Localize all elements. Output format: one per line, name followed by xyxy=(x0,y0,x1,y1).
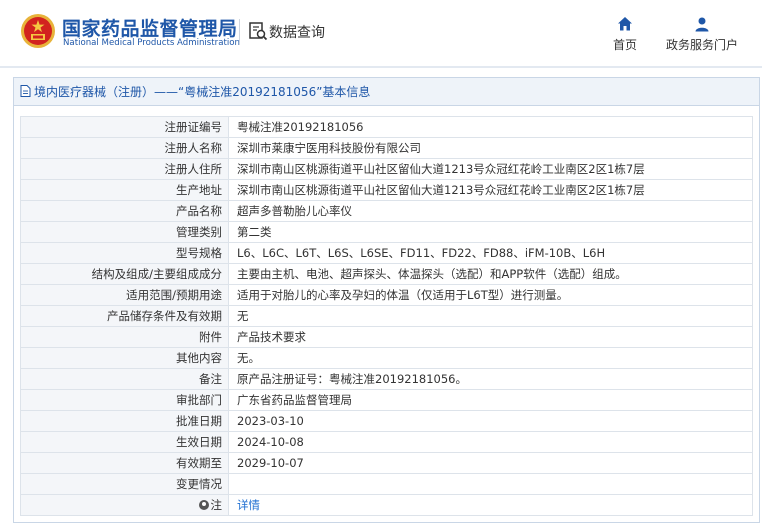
data-query-icon xyxy=(249,22,268,41)
document-icon xyxy=(20,85,31,97)
table-row: 产品名称 超声多普勒胎儿心率仪 xyxy=(20,200,753,222)
table-row: 附件 产品技术要求 xyxy=(20,326,753,348)
user-icon xyxy=(695,17,709,32)
field-value xyxy=(228,473,753,495)
field-label: 有效期至 xyxy=(20,452,229,474)
field-label: 附件 xyxy=(20,326,229,348)
field-value: 2024-10-08 xyxy=(228,431,753,453)
field-value: 粤械注准20192181056 xyxy=(228,116,753,138)
table-row: 管理类别 第二类 xyxy=(20,221,753,243)
field-label: 注册证编号 xyxy=(20,116,229,138)
note-label: 注 xyxy=(210,498,223,512)
field-value: 无。 xyxy=(228,347,753,369)
field-value: 深圳市南山区桃源街道平山社区留仙大道1213号众冠红花岭工业南区2区1栋7层 xyxy=(228,179,753,201)
field-label: 其他内容 xyxy=(20,347,229,369)
brand-name-cn: 国家药品监督管理局 xyxy=(62,18,238,40)
table-row: 注册人住所 深圳市南山区桃源街道平山社区留仙大道1213号众冠红花岭工业南区2区1… xyxy=(20,158,753,180)
field-label: 结构及组成/主要组成成分 xyxy=(20,263,229,285)
field-label: 管理类别 xyxy=(20,221,229,243)
field-value: L6、L6C、L6T、L6S、L6SE、FD11、FD22、FD88、iFM-1… xyxy=(228,242,753,264)
field-value: 广东省药品监督管理局 xyxy=(228,389,753,411)
field-label: 产品名称 xyxy=(20,200,229,222)
field-value: 适用于对胎儿的心率及孕妇的体温（仅适用于L6T型）进行测量。 xyxy=(228,284,753,306)
panel-title: 境内医疗器械（注册）——“粤械注准20192181056”基本信息 xyxy=(34,85,371,99)
brand-name-en: National Medical Products Administration xyxy=(63,38,240,48)
field-value: 深圳市莱康宁医用科技股份有限公司 xyxy=(228,137,753,159)
field-value: 主要由主机、电池、超声探头、体温探头（选配）和APP软件（选配）组成。 xyxy=(228,263,753,285)
field-label: 注 xyxy=(20,494,229,516)
field-value: 详情 xyxy=(228,494,753,516)
field-label: 审批部门 xyxy=(20,389,229,411)
header-divider-line xyxy=(0,66,762,68)
field-label: 生产地址 xyxy=(20,179,229,201)
panel-title-bar: 境内医疗器械（注册）——“粤械注准20192181056”基本信息 xyxy=(14,78,759,106)
nav-service-portal[interactable]: 政务服务门户 xyxy=(662,14,742,54)
home-icon xyxy=(618,17,632,31)
table-row: 注册人名称 深圳市莱康宁医用科技股份有限公司 xyxy=(20,137,753,159)
details-link[interactable]: 详情 xyxy=(237,498,260,512)
field-label: 注册人住所 xyxy=(20,158,229,180)
table-row: 有效期至 2029-10-07 xyxy=(20,452,753,474)
field-label: 变更情况 xyxy=(20,473,229,495)
field-value: 原产品注册证号：粤械注准20192181056。 xyxy=(228,368,753,390)
nav-home-label: 首页 xyxy=(612,38,637,52)
field-value: 超声多普勒胎儿心率仪 xyxy=(228,200,753,222)
table-row: 结构及组成/主要组成成分 主要由主机、电池、超声探头、体温探头（选配）和APP软件… xyxy=(20,263,753,285)
field-label: 适用范围/预期用途 xyxy=(20,284,229,306)
field-label: 批准日期 xyxy=(20,410,229,432)
detail-panel: 境内医疗器械（注册）——“粤械注准20192181056”基本信息 注册证编号粤… xyxy=(13,77,760,523)
table-row: 型号规格 L6、L6C、L6T、L6S、L6SE、FD11、FD22、FD88、i… xyxy=(20,242,753,264)
national-emblem-icon xyxy=(21,14,55,48)
table-row: 其他内容 无。 xyxy=(20,347,753,369)
note-icon xyxy=(198,500,209,510)
field-value: 第二类 xyxy=(228,221,753,243)
field-label: 生效日期 xyxy=(20,431,229,453)
table-row-note: 注详情 xyxy=(20,494,753,516)
table-row: 变更情况 xyxy=(20,473,753,495)
table-row: 备注 原产品注册证号：粤械注准20192181056。 xyxy=(20,368,753,390)
table-row: 产品储存条件及有效期无 xyxy=(20,305,753,327)
table-row: 适用范围/预期用途 适用于对胎儿的心率及孕妇的体温（仅适用于L6T型）进行测量。 xyxy=(20,284,753,306)
field-label: 产品储存条件及有效期 xyxy=(20,305,229,327)
table-row: 注册证编号 粤械注准20192181056 xyxy=(20,116,753,138)
field-value: 2029-10-07 xyxy=(228,452,753,474)
table-row: 批准日期 2023-03-10 xyxy=(20,410,753,432)
nav-service-portal-label: 政务服务门户 xyxy=(665,38,738,52)
table-row: 生效日期 2024-10-08 xyxy=(20,431,753,453)
field-value: 深圳市南山区桃源街道平山社区留仙大道1213号众冠红花岭工业南区2区1栋7层 xyxy=(228,158,753,180)
table-row: 审批部门 广东省药品监督管理局 xyxy=(20,389,753,411)
field-value: 产品技术要求 xyxy=(228,326,753,348)
data-query-label[interactable]: 数据查询 xyxy=(269,22,325,42)
table-row: 生产地址 深圳市南山区桃源街道平山社区留仙大道1213号众冠红花岭工业南区2区1栋… xyxy=(20,179,753,201)
info-table: 注册证编号 粤械注准20192181056 注册人名称 深圳市莱康宁医用科技股份有限公… xyxy=(20,116,753,516)
field-value: 无 xyxy=(228,305,753,327)
header-divider xyxy=(239,19,240,45)
field-label: 备注 xyxy=(20,368,229,390)
nav-home[interactable]: 首页 xyxy=(605,14,645,54)
site-header: 国家药品监督管理局 National Medical Products Admi… xyxy=(0,0,762,66)
field-label: 型号规格 xyxy=(20,242,229,264)
field-value: 2023-03-10 xyxy=(228,410,753,432)
field-label: 注册人名称 xyxy=(20,137,229,159)
